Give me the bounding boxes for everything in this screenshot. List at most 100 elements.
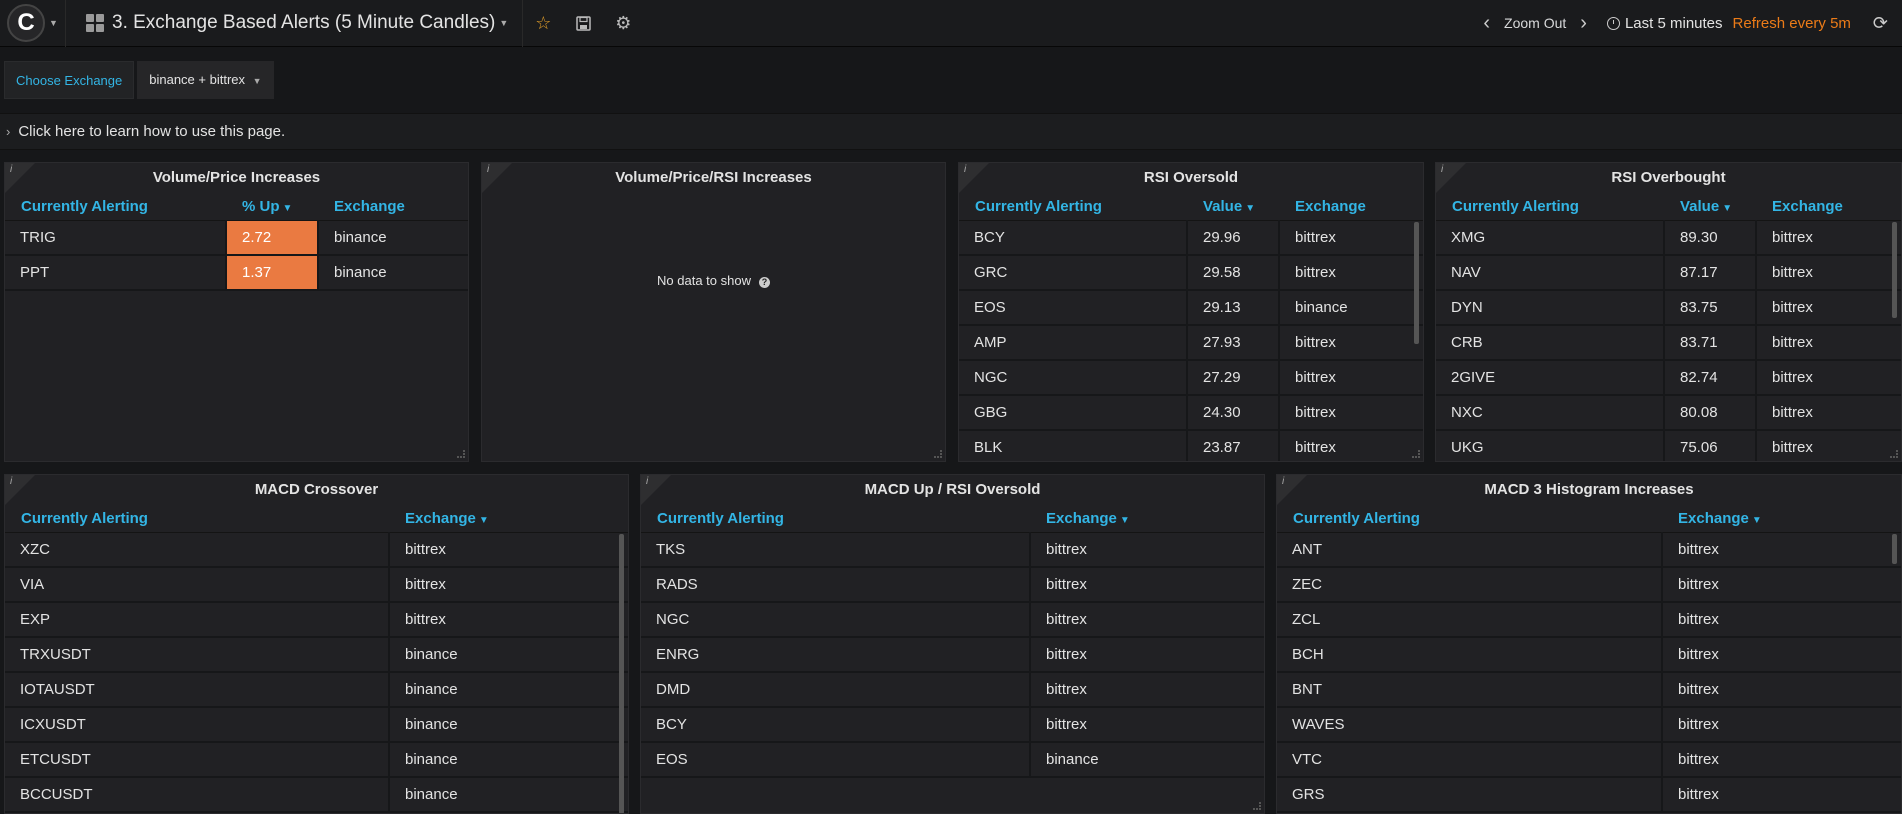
table-cell: VTC — [1277, 742, 1663, 778]
table-row: EOS 29.13 binance — [959, 290, 1423, 326]
column-header[interactable]: Currently Alerting — [5, 193, 226, 221]
scrollbar[interactable] — [1414, 222, 1419, 344]
panel-title[interactable]: RSI Oversold — [959, 163, 1423, 193]
time-forward-chevron-icon[interactable]: › — [1580, 12, 1587, 35]
row-title: Click here to learn how to use this page… — [18, 123, 286, 140]
table-cell: ZEC — [1277, 567, 1663, 603]
scrollbar[interactable] — [1892, 222, 1897, 318]
panel-title[interactable]: MACD 3 Histogram Increases — [1277, 475, 1901, 505]
column-header[interactable]: Exchange — [318, 193, 468, 221]
table-cell: bittrex — [1279, 255, 1423, 291]
dashboard-picker[interactable]: 3. Exchange Based Alerts (5 Minute Candl… — [66, 0, 524, 47]
refresh-interval-label[interactable]: Refresh every 5m — [1733, 15, 1851, 32]
column-header-sorted[interactable]: Exchange ▼ — [389, 505, 628, 533]
column-header[interactable]: Exchange — [1756, 193, 1901, 221]
table-cell: bittrex — [1756, 395, 1901, 431]
panel-title[interactable]: MACD Up / RSI Oversold — [641, 475, 1264, 505]
panel-info-icon[interactable]: i — [482, 163, 512, 193]
column-header[interactable]: Currently Alerting — [1436, 193, 1664, 221]
collapsed-row-help[interactable]: › Click here to learn how to use this pa… — [0, 113, 1902, 150]
save-icon[interactable] — [563, 0, 603, 47]
column-header-sorted[interactable]: Value ▼ — [1664, 193, 1756, 221]
column-header[interactable]: Currently Alerting — [959, 193, 1187, 221]
table-cell: ENRG — [641, 637, 1031, 673]
table-cell: VIA — [5, 567, 390, 603]
table-cell: binance — [389, 707, 628, 743]
column-header[interactable]: Currently Alerting — [5, 505, 389, 533]
time-back-chevron-icon[interactable]: ‹ — [1483, 12, 1490, 35]
scrollbar[interactable] — [1892, 534, 1897, 564]
table-cell: EOS — [959, 290, 1188, 326]
star-icon[interactable]: ☆ — [523, 0, 563, 47]
table-cell: WAVES — [1277, 707, 1663, 743]
gear-icon[interactable]: ⚙ — [603, 0, 643, 47]
table-cell-highlighted: 2.72 — [226, 220, 319, 256]
column-header-sorted[interactable]: Exchange ▼ — [1662, 505, 1901, 533]
table-cell: bittrex — [1279, 220, 1423, 256]
column-header-sorted[interactable]: % Up ▼ — [226, 193, 318, 221]
table-cell: 89.30 — [1664, 220, 1757, 256]
resize-handle[interactable] — [934, 450, 942, 458]
panel-title[interactable]: RSI Overbought — [1436, 163, 1901, 193]
table-row: ZCL bittrex — [1277, 602, 1901, 638]
panel-info-icon[interactable]: i — [641, 475, 671, 505]
zoom-out-button[interactable]: Zoom Out — [1504, 15, 1566, 31]
table-cell: 23.87 — [1187, 430, 1280, 461]
panel-title[interactable]: Volume/Price Increases — [5, 163, 468, 193]
table-row: BCH bittrex — [1277, 637, 1901, 673]
table-cell: IOTAUSDT — [5, 672, 390, 708]
table-row: ZEC bittrex — [1277, 567, 1901, 603]
table-row: CRB 83.71 bittrex — [1436, 325, 1901, 361]
table-cell: 83.75 — [1664, 290, 1757, 326]
panel-info-icon[interactable]: i — [5, 163, 35, 193]
panel-info-icon[interactable]: i — [5, 475, 35, 505]
resize-handle[interactable] — [1412, 450, 1420, 458]
table-cell: TKS — [641, 532, 1031, 568]
table-cell: EXP — [5, 602, 390, 638]
resize-handle[interactable] — [1253, 802, 1261, 810]
table-cell: 75.06 — [1664, 430, 1757, 461]
column-header-label: Exchange — [1046, 509, 1117, 527]
panel-info-icon[interactable]: i — [959, 163, 989, 193]
panel-title[interactable]: MACD Crossover — [5, 475, 628, 505]
table-cell: bittrex — [389, 532, 628, 568]
scrollbar[interactable] — [619, 534, 624, 813]
dashboard-grid-icon — [86, 14, 104, 32]
exchange-variable-dropdown[interactable]: binance + bittrex ▼ — [137, 61, 274, 99]
time-range-picker[interactable]: Last 5 minutes — [1606, 14, 1723, 32]
question-icon[interactable]: ? — [758, 277, 770, 288]
table-row: WAVES bittrex — [1277, 707, 1901, 743]
panel-info-icon[interactable]: i — [1436, 163, 1466, 193]
table-cell: BCY — [641, 707, 1031, 743]
resize-handle[interactable] — [457, 450, 465, 458]
clock-icon — [1606, 16, 1620, 30]
panel-info-icon[interactable]: i — [1277, 475, 1307, 505]
table-cell: ANT — [1277, 532, 1663, 568]
refresh-icon[interactable]: ⟳ — [1873, 13, 1888, 34]
resize-handle[interactable] — [1890, 450, 1898, 458]
column-header[interactable]: Exchange — [1279, 193, 1423, 221]
table-cell: bittrex — [1662, 567, 1901, 603]
table-row: ENRG bittrex — [641, 637, 1264, 673]
table-cell: bittrex — [1662, 532, 1901, 568]
table-cell: 80.08 — [1664, 395, 1757, 431]
table-cell: EOS — [641, 742, 1031, 778]
table-cell: bittrex — [1756, 255, 1901, 291]
table-row: PPT 1.37 binance — [5, 255, 468, 291]
column-header[interactable]: Currently Alerting — [1277, 505, 1662, 533]
table-row: GRS bittrex — [1277, 777, 1901, 813]
table-cell: NAV — [1436, 255, 1665, 291]
time-range-label: Last 5 minutes — [1624, 14, 1723, 32]
table-cell: bittrex — [1030, 602, 1264, 638]
panel-title[interactable]: Volume/Price/RSI Increases — [482, 163, 945, 193]
table-cell: BNT — [1277, 672, 1663, 708]
column-header-sorted[interactable]: Exchange ▼ — [1030, 505, 1264, 533]
panel-volume-price-increases: i Volume/Price Increases Currently Alert… — [4, 162, 469, 462]
column-header-sorted[interactable]: Value ▼ — [1187, 193, 1279, 221]
table-cell: TRXUSDT — [5, 637, 390, 673]
app-logo-button[interactable]: C ▼ — [0, 0, 66, 47]
table-row: BCY 29.96 bittrex — [959, 220, 1423, 256]
column-header[interactable]: Currently Alerting — [641, 505, 1030, 533]
table-cell: bittrex — [1756, 360, 1901, 396]
template-variables-bar: Choose Exchange binance + bittrex ▼ — [0, 48, 1902, 112]
